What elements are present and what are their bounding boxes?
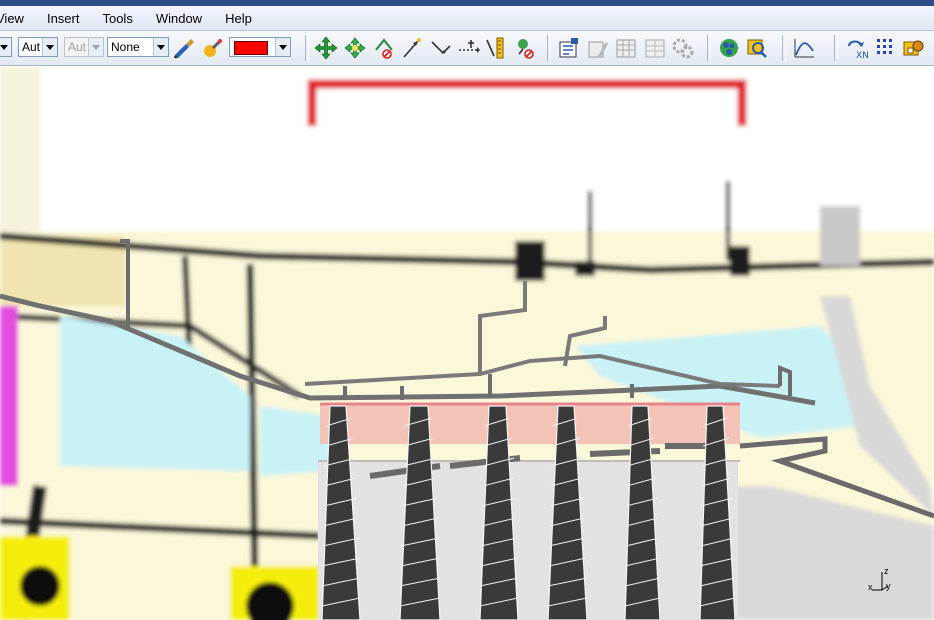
line-type-combo[interactable]: Aut <box>18 37 58 57</box>
paint-brush-icon[interactable] <box>172 36 196 60</box>
line-arrow-icon[interactable] <box>400 36 424 60</box>
menu-view[interactable]: View <box>0 11 24 26</box>
line-thickness-combo: Aut <box>64 37 104 57</box>
turbine-section-drawing <box>0 66 934 620</box>
snap-point-icon[interactable] <box>372 36 396 60</box>
rotate-move-icon[interactable] <box>343 36 367 60</box>
curve-icon[interactable] <box>792 36 816 60</box>
fill-color-combo[interactable] <box>229 37 291 57</box>
toolbar-separator <box>547 35 551 61</box>
toolbar-separator <box>305 35 309 61</box>
axis-label-z: z <box>884 566 889 576</box>
toolbar-left-dropdown[interactable] <box>0 37 12 57</box>
axis-label-y: y <box>886 581 891 591</box>
angle-line-icon[interactable] <box>429 36 453 60</box>
multi-axis-icon[interactable]: XN <box>845 36 869 60</box>
edit-definition-icon <box>586 36 610 60</box>
svg-text:XN: XN <box>856 51 869 60</box>
3d-viewport[interactable]: z x y <box>0 66 934 620</box>
measure-icon[interactable] <box>484 36 508 60</box>
color-swatch <box>234 41 268 55</box>
axis-triad: z x y <box>864 566 896 594</box>
move-icon[interactable] <box>314 36 338 60</box>
properties-icon[interactable] <box>557 36 581 60</box>
graphic-properties-toolbar: Aut Aut None XN <box>0 31 934 66</box>
axis-label-x: x <box>868 582 873 592</box>
table-icon <box>614 36 638 60</box>
catalog-icon[interactable] <box>717 36 741 60</box>
toolbar-separator <box>782 35 786 61</box>
toolbar-separator <box>707 35 711 61</box>
delete-point-icon[interactable] <box>513 36 537 60</box>
menu-window[interactable]: Window <box>156 11 202 26</box>
table-disabled-icon <box>643 36 667 60</box>
toolbar-separator <box>834 35 838 61</box>
dimension-icon[interactable] <box>457 36 481 60</box>
gears-icon <box>671 36 695 60</box>
menu-bar: View Insert Tools Window Help <box>0 6 934 31</box>
layer-combo[interactable]: None <box>107 37 169 57</box>
highlight-brush-icon[interactable] <box>201 36 225 60</box>
menu-help[interactable]: Help <box>225 11 252 26</box>
search-tree-icon[interactable] <box>745 36 769 60</box>
menu-insert[interactable]: Insert <box>47 11 80 26</box>
parts-icon[interactable] <box>902 36 926 60</box>
grid-points-icon[interactable] <box>874 36 898 60</box>
menu-tools[interactable]: Tools <box>102 11 132 26</box>
